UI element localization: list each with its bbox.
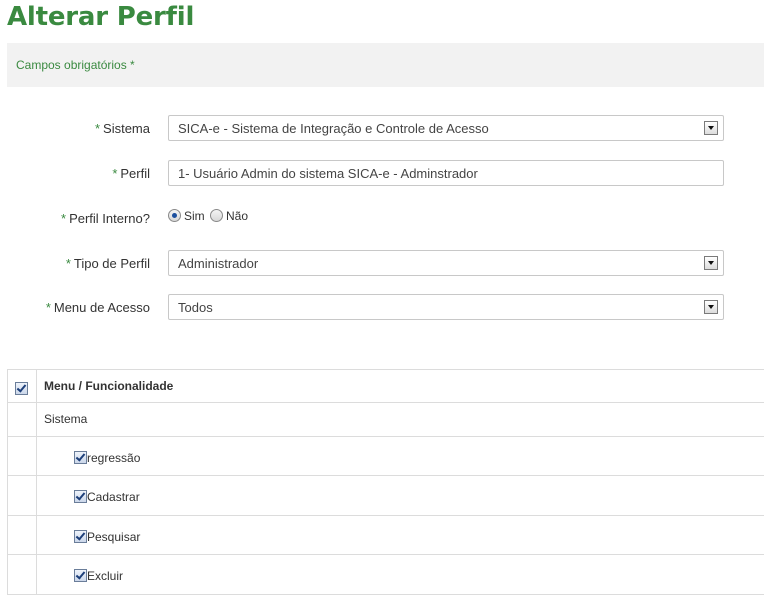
- select-all-cell: [8, 370, 37, 402]
- list-item: Cadastrar: [74, 490, 140, 504]
- perfil-interno-row: * Perfil Interno? Sim Não: [0, 205, 764, 233]
- perfil-row: * Perfil 1- Usuário Admin do sistema SICA…: [0, 160, 764, 188]
- dropdown-arrow-icon[interactable]: [704, 300, 718, 314]
- notice-text: Campos obrigatórios *: [16, 58, 135, 72]
- perfil-label: * Perfil: [112, 166, 150, 181]
- tipo-perfil-row: * Tipo de Perfil Administrador: [0, 250, 764, 278]
- list-item: regressão: [74, 451, 140, 465]
- required-fields-notice: Campos obrigatórios *: [7, 43, 764, 87]
- menu-acesso-row: * Menu de Acesso Todos: [0, 294, 764, 322]
- required-mark: *: [65, 256, 71, 271]
- menu-acesso-value: Todos: [178, 300, 213, 315]
- menu-acesso-label: * Menu de Acesso: [45, 300, 150, 315]
- perfil-interno-radio-group: Sim Não: [168, 209, 250, 223]
- sistema-label: * Sistema: [94, 121, 150, 136]
- tipo-perfil-select[interactable]: Administrador: [168, 250, 724, 276]
- required-mark: *: [61, 211, 67, 226]
- dropdown-arrow-icon[interactable]: [704, 121, 718, 135]
- sistema-select[interactable]: SICA-e - Sistema de Integração e Control…: [168, 115, 724, 141]
- required-mark: *: [112, 166, 118, 181]
- table-row: Excluir: [8, 555, 764, 595]
- table-row: regressão: [8, 437, 764, 476]
- radio-nao[interactable]: [210, 209, 224, 222]
- radio-nao-label[interactable]: Não: [226, 209, 248, 223]
- table-row: Cadastrar: [8, 476, 764, 516]
- item-checkbox[interactable]: [74, 569, 87, 582]
- item-checkbox[interactable]: [74, 451, 87, 464]
- group-label: Sistema: [44, 412, 88, 426]
- required-mark: *: [94, 121, 101, 136]
- radio-sim-label[interactable]: Sim: [184, 209, 205, 223]
- list-item: Excluir: [74, 569, 123, 583]
- sistema-row: * Sistema SICA-e - Sistema de Integração …: [0, 115, 764, 143]
- perfil-input[interactable]: 1- Usuário Admin do sistema SICA-e - Adm…: [168, 160, 724, 186]
- tipo-perfil-value: Administrador: [178, 256, 259, 271]
- item-checkbox[interactable]: [74, 530, 87, 543]
- menu-acesso-select[interactable]: Todos: [168, 294, 724, 320]
- table-header-row: Menu / Funcionalidade: [8, 370, 764, 403]
- sistema-value: SICA-e - Sistema de Integração e Control…: [178, 121, 489, 136]
- tipo-perfil-label: * Tipo de Perfil: [65, 256, 150, 271]
- table-row: Pesquisar: [8, 516, 764, 555]
- item-checkbox[interactable]: [74, 490, 87, 503]
- radio-sim[interactable]: [168, 209, 181, 222]
- required-mark: *: [45, 300, 51, 315]
- table-group-row: Sistema: [8, 403, 764, 437]
- functionality-table: Menu / Funcionalidade Sistema regressão …: [7, 369, 764, 595]
- dropdown-arrow-icon[interactable]: [704, 256, 718, 270]
- perfil-interno-label: * Perfil Interno?: [61, 211, 150, 226]
- page-title: Alterar Perfil: [7, 2, 195, 32]
- perfil-value: 1- Usuário Admin do sistema SICA-e - Adm…: [178, 166, 478, 181]
- select-all-checkbox[interactable]: [15, 382, 28, 395]
- list-item: Pesquisar: [74, 530, 140, 544]
- column-header: Menu / Funcionalidade: [44, 379, 174, 393]
